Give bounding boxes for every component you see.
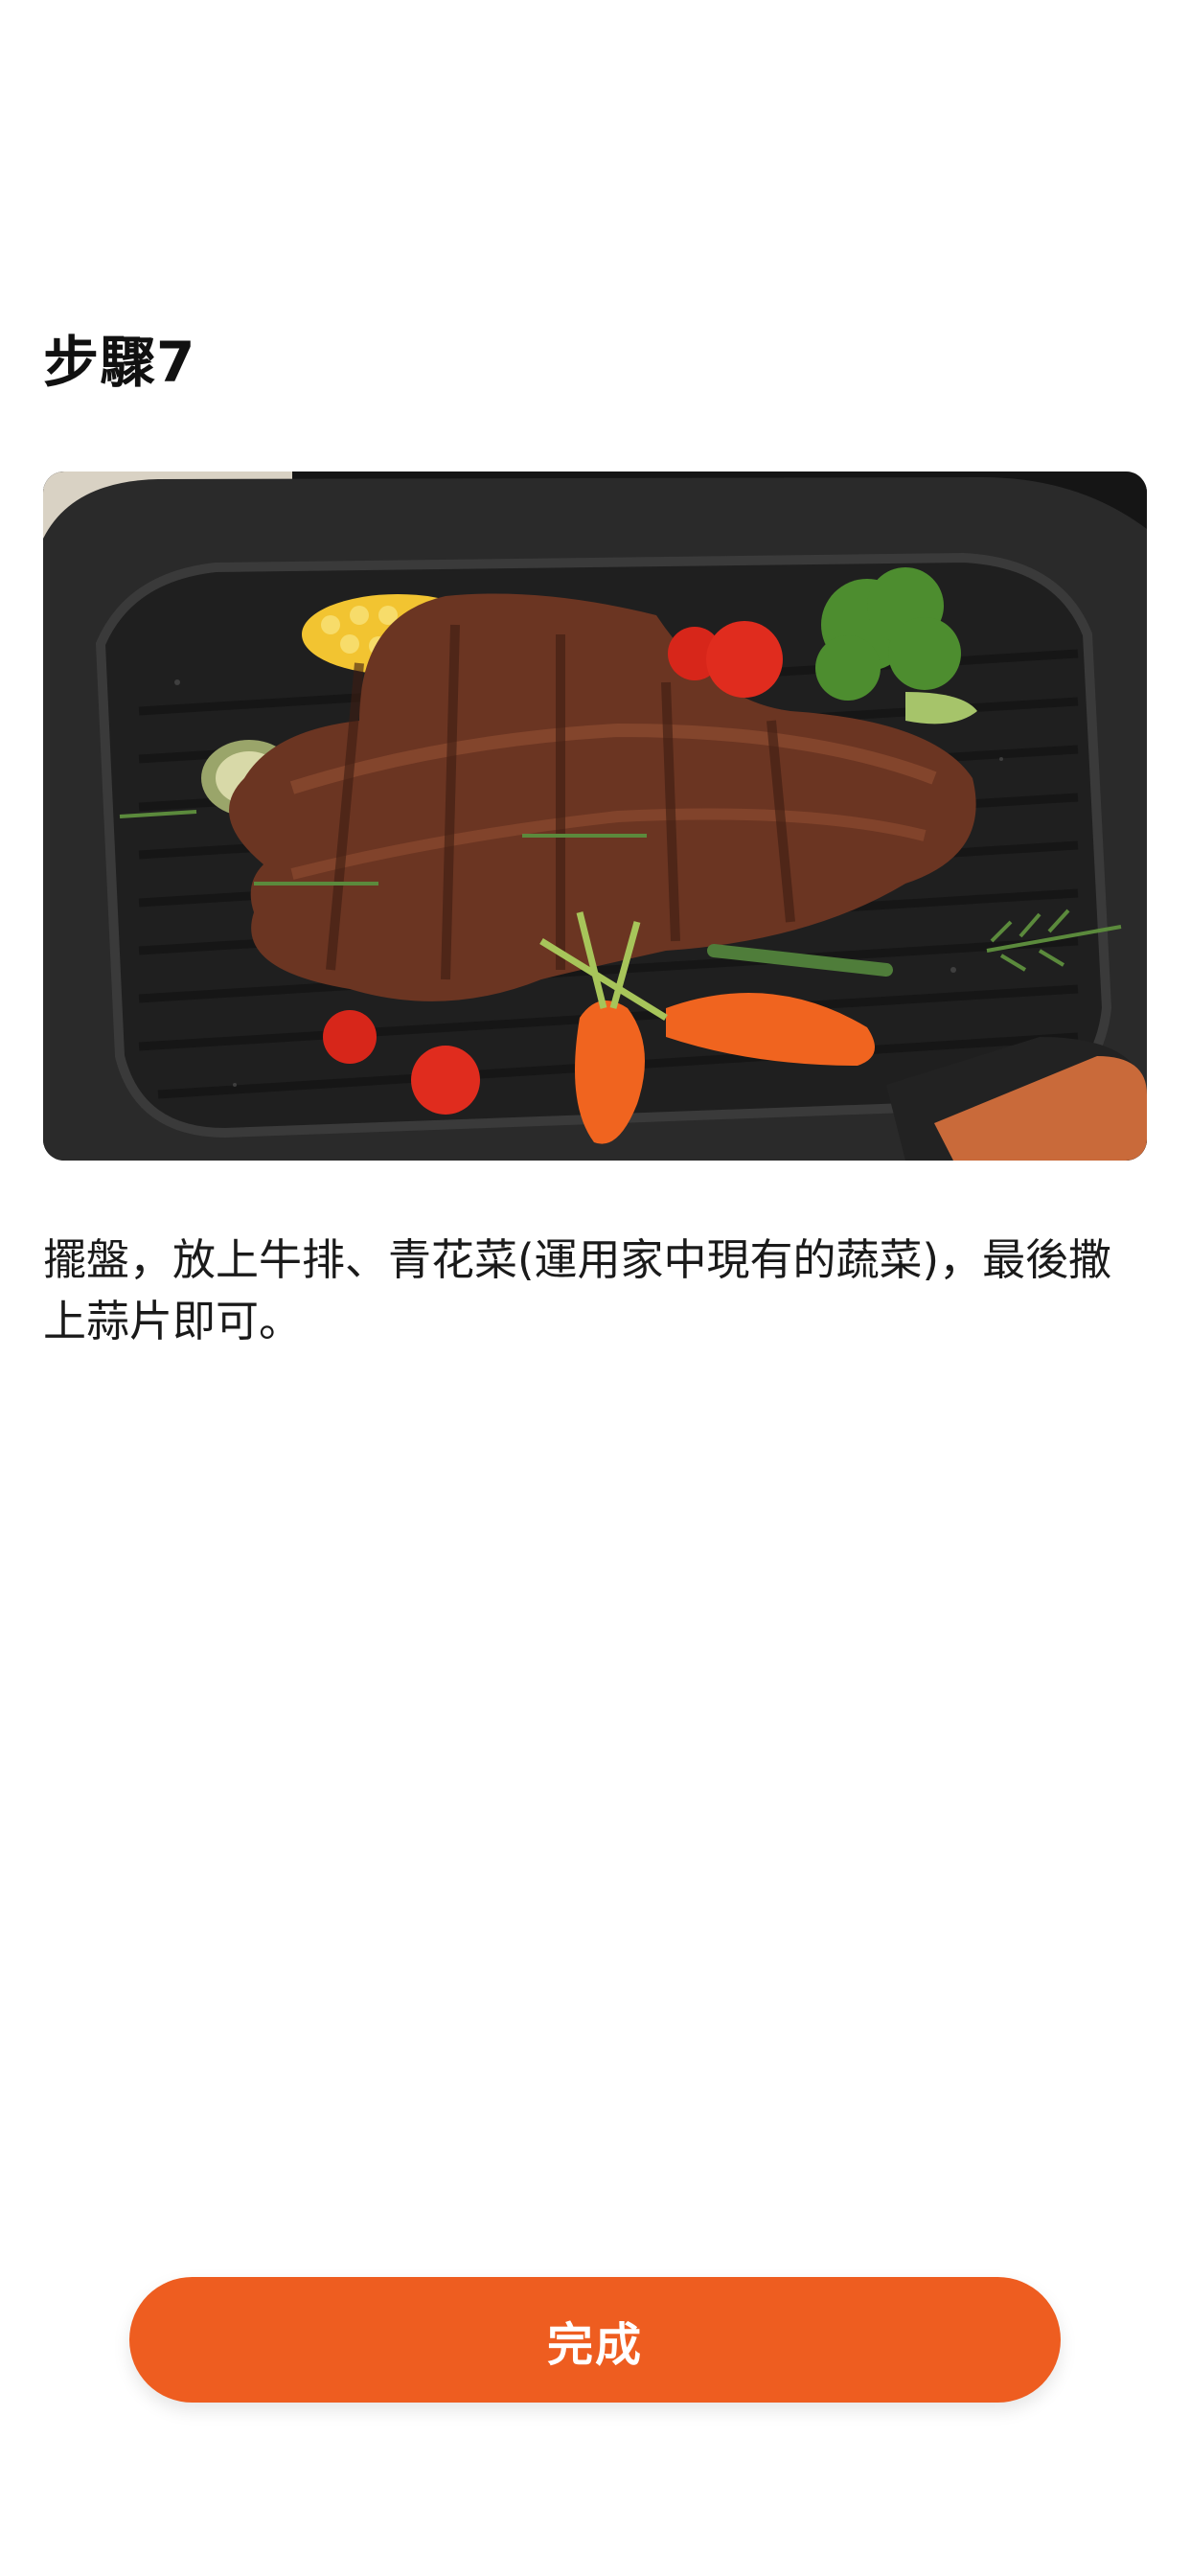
steak-dish-photo xyxy=(43,472,1147,1161)
step-photo xyxy=(43,472,1147,1161)
step-title: 步驟7 xyxy=(43,330,196,395)
step-description: 擺盤，放上牛排、青花菜(運用家中現有的蔬菜)，最後撒上蒜片即可。 xyxy=(43,1234,1112,1346)
done-button[interactable]: 完成 xyxy=(129,2277,1061,2403)
